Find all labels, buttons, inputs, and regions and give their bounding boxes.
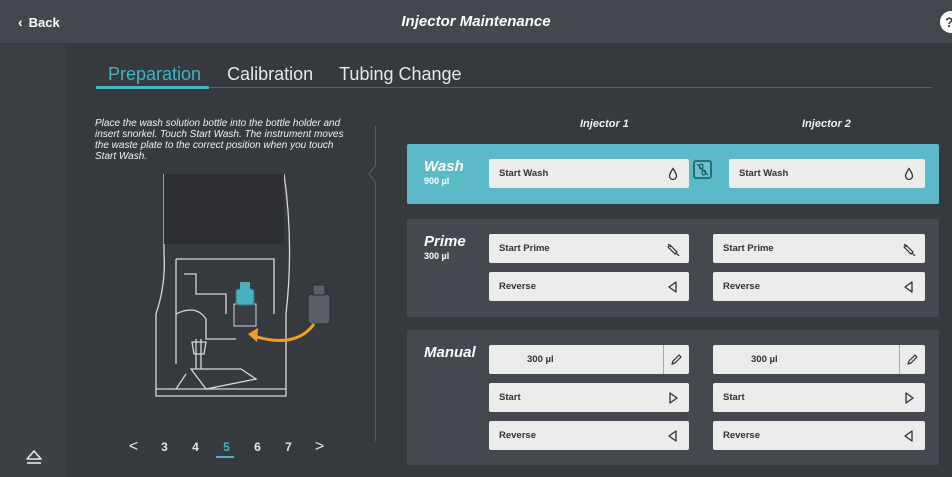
inj2-manual-volume-value: 300 µl	[751, 354, 778, 365]
inj1-manual-reverse-button[interactable]: Reverse	[489, 421, 689, 450]
divider-notch	[368, 165, 377, 183]
prev-step-button[interactable]: <	[118, 438, 149, 456]
play-triangle-icon	[905, 391, 914, 404]
droplet-icon	[668, 166, 678, 180]
inj1-manual-volume-value: 300 µl	[527, 354, 554, 365]
inj2-manual-volume-field[interactable]: 300 µl	[713, 345, 925, 374]
side-rail	[0, 44, 66, 477]
inj2-manual-start-label: Start	[723, 392, 745, 403]
inj1-start-prime-label: Start Prime	[499, 243, 550, 254]
reverse-triangle-icon	[668, 429, 677, 442]
reverse-triangle-icon	[904, 429, 913, 442]
active-tab-indicator	[96, 86, 209, 89]
tab-calibration[interactable]: Calibration	[227, 64, 313, 85]
next-step-button[interactable]: >	[304, 438, 335, 456]
prime-section: Prime 300 µl Start Prime Reverse Start P…	[407, 219, 939, 317]
inj1-start-wash-label: Start Wash	[499, 168, 549, 179]
inj1-prime-reverse-button[interactable]: Reverse	[489, 272, 689, 301]
syringe-icon	[667, 243, 680, 256]
injector-1-header: Injector 1	[580, 118, 629, 130]
manual-title: Manual	[424, 344, 476, 361]
unlink-injectors-button[interactable]	[693, 160, 712, 179]
pencil-icon	[671, 354, 682, 365]
inj2-prime-reverse-button[interactable]: Reverse	[713, 272, 925, 301]
droplet-icon	[904, 166, 914, 180]
tab-preparation[interactable]: Preparation	[108, 64, 201, 85]
inj2-manual-start-button[interactable]: Start	[713, 383, 925, 412]
tab-bar: Preparation Calibration Tubing Change	[108, 64, 462, 85]
inj1-manual-reverse-label: Reverse	[499, 430, 536, 441]
wash-title: Wash	[424, 158, 464, 175]
instruction-text: Place the wash solution bottle into the …	[95, 118, 344, 162]
step-7[interactable]: 7	[273, 440, 304, 454]
prime-volume: 300 µl	[424, 251, 450, 261]
inj2-prime-reverse-label: Reverse	[723, 281, 760, 292]
syringe-icon	[903, 243, 916, 256]
pencil-icon	[907, 354, 918, 365]
step-pager: < 3 4 5 6 7 >	[118, 438, 335, 456]
injector-2-header: Injector 2	[802, 118, 851, 130]
app-window: ‹ Back Injector Maintenance ? Preparatio…	[0, 0, 952, 477]
inj1-start-prime-button[interactable]: Start Prime	[489, 234, 689, 263]
inj1-manual-start-label: Start	[499, 392, 521, 403]
inj2-manual-reverse-label: Reverse	[723, 430, 760, 441]
instrument-illustration	[155, 173, 331, 397]
step-5[interactable]: 5	[211, 440, 242, 454]
reverse-triangle-icon	[904, 280, 913, 293]
inj2-start-wash-label: Start Wash	[739, 168, 789, 179]
tab-tubing-change[interactable]: Tubing Change	[339, 64, 461, 85]
inj1-start-wash-button[interactable]: Start Wash	[489, 159, 689, 188]
step-3[interactable]: 3	[149, 440, 180, 454]
wash-volume: 900 µl	[424, 176, 450, 186]
page-title: Injector Maintenance	[401, 13, 551, 30]
inj2-manual-reverse-button[interactable]: Reverse	[713, 421, 925, 450]
reverse-triangle-icon	[668, 280, 677, 293]
eject-icon[interactable]	[25, 448, 43, 468]
inj2-start-prime-label: Start Prime	[723, 243, 774, 254]
inj2-start-wash-button[interactable]: Start Wash	[729, 159, 925, 188]
inj1-prime-reverse-label: Reverse	[499, 281, 536, 292]
inj1-manual-volume-field[interactable]: 300 µl	[489, 345, 689, 374]
step-6[interactable]: 6	[242, 440, 273, 454]
inj2-edit-volume-button[interactable]	[899, 345, 925, 374]
step-4[interactable]: 4	[180, 440, 211, 454]
inj1-edit-volume-button[interactable]	[663, 345, 689, 374]
manual-section: Manual 300 µl Start Reverse 300 µl Start…	[407, 330, 939, 465]
tab-underline	[96, 87, 932, 88]
inj2-start-prime-button[interactable]: Start Prime	[713, 234, 925, 263]
prime-title: Prime	[424, 233, 466, 250]
top-bar: ‹ Back Injector Maintenance ?	[0, 0, 952, 44]
content-panel: Preparation Calibration Tubing Change Pl…	[66, 44, 952, 477]
wash-section: Wash 900 µl Start Wash Start Wash	[407, 144, 939, 204]
unlink-icon	[696, 163, 709, 176]
inj1-manual-start-button[interactable]: Start	[489, 383, 689, 412]
active-step-indicator	[216, 456, 234, 458]
play-triangle-icon	[669, 391, 678, 404]
